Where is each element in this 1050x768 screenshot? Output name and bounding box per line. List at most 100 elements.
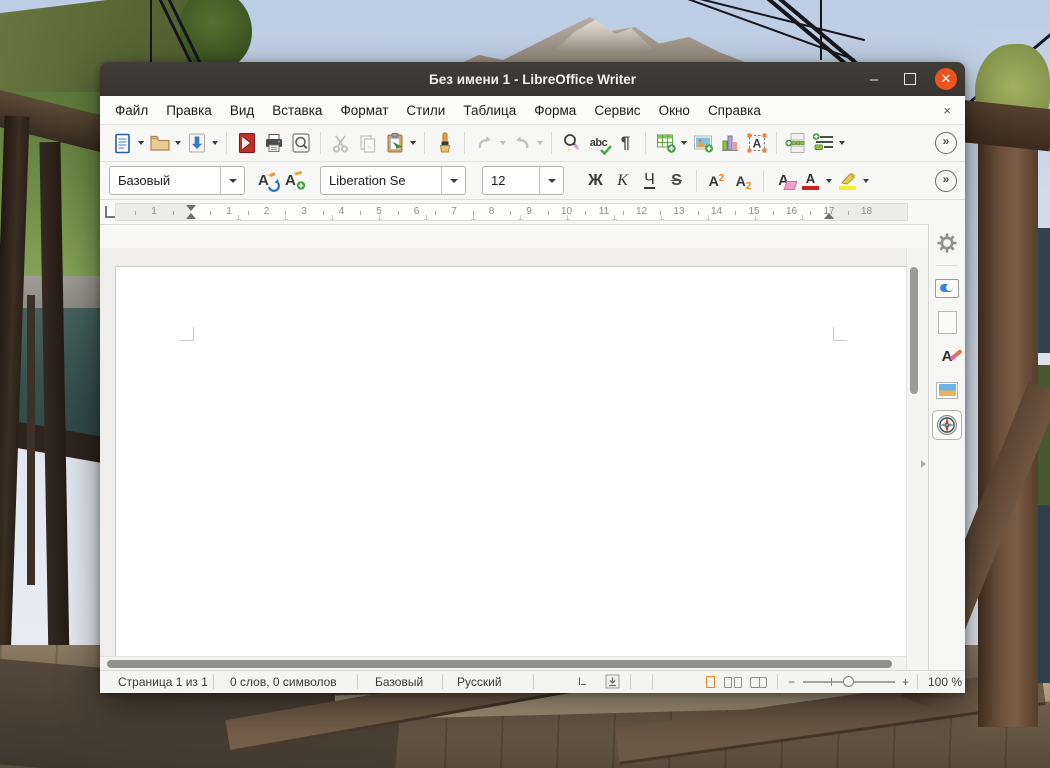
paste-button[interactable] xyxy=(381,130,408,157)
strikethrough-button[interactable]: S xyxy=(663,167,690,194)
font-name-dropdown[interactable] xyxy=(441,167,465,194)
menu-insert[interactable]: Вставка xyxy=(263,99,331,122)
highlight-color-dropdown[interactable] xyxy=(861,167,870,194)
ruler-track[interactable]: 1 123456789101112131415161718⊥⊥⊥⊥⊥⊥⊥⊥⊥⊥⊥… xyxy=(115,203,908,221)
export-pdf-button[interactable] xyxy=(233,130,260,157)
multi-page-view-button[interactable] xyxy=(724,677,732,688)
print-button[interactable] xyxy=(260,130,287,157)
zoom-slider[interactable] xyxy=(803,681,895,683)
menu-tools[interactable]: Сервис xyxy=(585,99,649,122)
insert-field-dropdown[interactable] xyxy=(837,130,846,157)
sidebar-settings-button[interactable] xyxy=(933,229,961,257)
multi-page-view-button[interactable] xyxy=(734,677,742,688)
toolbar-overflow-button[interactable]: » xyxy=(935,170,957,192)
subscript-button[interactable]: A2 xyxy=(730,167,757,194)
paragraph-style-combo[interactable]: Базовый xyxy=(109,166,245,195)
menu-edit[interactable]: Правка xyxy=(157,99,221,122)
copy-button[interactable] xyxy=(354,130,381,157)
save-dropdown[interactable] xyxy=(210,130,219,157)
menu-table[interactable]: Таблица xyxy=(454,99,525,122)
sidebar-tab-navigator[interactable] xyxy=(932,410,962,440)
sidebar-collapse-strip[interactable] xyxy=(920,248,928,670)
insert-table-dropdown[interactable] xyxy=(679,130,688,157)
new-document-button[interactable] xyxy=(109,130,136,157)
maximize-button[interactable] xyxy=(904,73,916,85)
new-style-button[interactable]: A xyxy=(281,167,308,194)
titlebar[interactable]: Без имени 1 - LibreOffice Writer – ✕ xyxy=(100,62,965,96)
horizontal-scrollbar-thumb[interactable] xyxy=(107,660,892,668)
first-line-indent-marker[interactable] xyxy=(186,205,196,211)
italic-button[interactable]: К xyxy=(609,167,636,194)
superscript-button[interactable]: A2 xyxy=(703,167,730,194)
close-button[interactable]: ✕ xyxy=(935,68,957,90)
status-word-count[interactable]: 0 слов, 0 символов xyxy=(230,675,337,689)
insert-page-break-button[interactable] xyxy=(783,130,810,157)
menu-view[interactable]: Вид xyxy=(221,99,263,122)
redo-button[interactable] xyxy=(508,130,535,157)
open-button[interactable] xyxy=(146,130,173,157)
book-view-button[interactable] xyxy=(750,677,767,688)
status-page-info[interactable]: Страница 1 из 1 xyxy=(118,675,208,689)
redo-dropdown[interactable] xyxy=(535,130,544,157)
vertical-scrollbar-thumb[interactable] xyxy=(910,267,918,394)
zoom-level[interactable]: 100 % xyxy=(928,675,960,689)
cut-button[interactable] xyxy=(327,130,354,157)
insert-chart-button[interactable] xyxy=(716,130,743,157)
sidebar-tab-page[interactable] xyxy=(933,308,961,336)
paragraph-style-dropdown[interactable] xyxy=(220,167,244,194)
find-replace-button[interactable] xyxy=(558,130,585,157)
sidebar-tab-properties[interactable] xyxy=(933,274,961,302)
menu-form[interactable]: Форма xyxy=(525,99,585,122)
undo-button[interactable] xyxy=(471,130,498,157)
menu-help[interactable]: Справка xyxy=(699,99,770,122)
insert-field-icon xyxy=(812,132,836,154)
insert-image-button[interactable] xyxy=(689,130,716,157)
font-color-button[interactable]: A xyxy=(797,167,824,194)
zoom-in-button[interactable]: + xyxy=(902,675,909,689)
formatting-marks-button[interactable]: ¶ xyxy=(612,130,639,157)
sidebar-tab-gallery[interactable] xyxy=(933,376,961,404)
svg-text:A: A xyxy=(285,172,296,189)
font-color-dropdown[interactable] xyxy=(824,167,833,194)
insert-mode-icon[interactable]: I xyxy=(578,675,586,688)
minimize-button[interactable]: – xyxy=(863,71,885,88)
font-name-combo[interactable]: Liberation Se xyxy=(320,166,466,195)
menu-styles[interactable]: Стили xyxy=(397,99,454,122)
underline-button[interactable]: Ч xyxy=(636,167,663,194)
ruler-tick: ⊥ xyxy=(705,214,711,221)
single-page-view-button[interactable] xyxy=(706,676,715,688)
left-indent-marker[interactable] xyxy=(186,213,196,219)
clear-formatting-button[interactable]: A xyxy=(770,167,797,194)
save-button[interactable] xyxy=(183,130,210,157)
zoom-slider-thumb[interactable] xyxy=(843,676,854,687)
paste-dropdown[interactable] xyxy=(408,130,417,157)
right-indent-marker[interactable] xyxy=(824,213,834,219)
close-document-icon[interactable]: × xyxy=(935,103,959,118)
menu-file[interactable]: Файл xyxy=(106,99,157,122)
update-style-button[interactable]: A xyxy=(254,167,281,194)
status-page-style[interactable]: Базовый xyxy=(375,675,423,689)
new-document-dropdown[interactable] xyxy=(136,130,145,157)
document-page[interactable] xyxy=(115,266,906,670)
insert-table-button[interactable] xyxy=(652,130,679,157)
status-language[interactable]: Русский xyxy=(457,675,502,689)
print-preview-button[interactable] xyxy=(287,130,314,157)
open-dropdown[interactable] xyxy=(173,130,182,157)
vertical-scrollbar[interactable] xyxy=(906,248,920,670)
spelling-button[interactable]: abc xyxy=(585,130,612,157)
zoom-out-button[interactable]: − xyxy=(788,675,795,689)
clone-formatting-button[interactable] xyxy=(431,130,458,157)
horizontal-scrollbar[interactable] xyxy=(100,656,906,670)
highlight-color-button[interactable] xyxy=(834,167,861,194)
font-size-combo[interactable]: 12 xyxy=(482,166,564,195)
insert-field-button[interactable] xyxy=(810,130,837,157)
font-size-dropdown[interactable] xyxy=(539,167,563,194)
sidebar-tab-styles[interactable]: A xyxy=(933,342,961,370)
insert-textbox-button[interactable]: A xyxy=(743,130,770,157)
save-status-icon[interactable] xyxy=(605,674,620,692)
toolbar-overflow-button[interactable]: » xyxy=(935,132,957,154)
undo-dropdown[interactable] xyxy=(498,130,507,157)
menu-format[interactable]: Формат xyxy=(331,99,397,122)
bold-button[interactable]: Ж xyxy=(582,167,609,194)
menu-window[interactable]: Окно xyxy=(650,99,699,122)
